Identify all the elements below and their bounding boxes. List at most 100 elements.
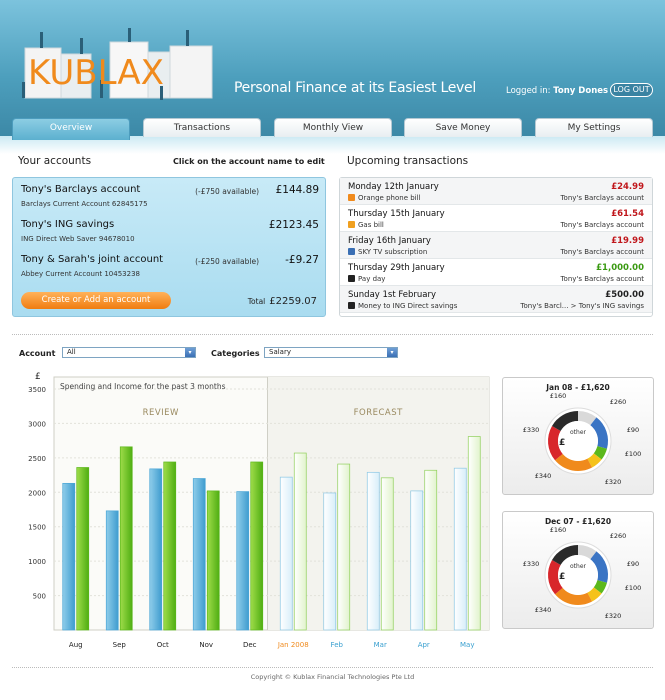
tab-monthly-view[interactable]: Monthly View — [274, 118, 392, 137]
donut-label: £90 — [627, 560, 639, 568]
tab-save-money[interactable]: Save Money — [404, 118, 522, 137]
x-tick-label: Feb — [331, 641, 344, 649]
income-bar — [293, 452, 307, 631]
main-tabs: Overview Transactions Monthly View Save … — [0, 118, 665, 140]
pound-icon: £ — [559, 438, 565, 448]
category-select-value: Salary — [269, 348, 291, 356]
account-details: Abbey Current Account 10453238 — [21, 270, 140, 278]
divider — [12, 334, 653, 335]
tab-transactions[interactable]: Transactions — [143, 118, 261, 137]
donut-label: £330 — [523, 426, 540, 434]
upcoming-account: Tony's Barclays account — [560, 221, 644, 229]
income-bar — [424, 469, 438, 631]
y-tick-label: 2500 — [28, 455, 46, 463]
donut-center-label: other — [570, 563, 587, 570]
upcoming-title: Upcoming transactions — [347, 155, 469, 167]
total-label: Total — [247, 297, 266, 306]
phone-icon — [348, 194, 355, 201]
income-bar — [76, 467, 90, 631]
income-bar — [467, 436, 481, 631]
donut-center-label: other — [570, 429, 587, 436]
x-tick-label: Aug — [69, 641, 83, 649]
donut-label: £320 — [605, 478, 622, 486]
account-name[interactable]: Tony & Sarah's joint account — [21, 254, 163, 265]
account-balance: -£9.27 — [285, 254, 319, 266]
y-axis-label: £ — [35, 372, 41, 382]
y-tick-label: 3000 — [28, 420, 46, 428]
upcoming-row[interactable]: Thursday 15th January Gas bill £61.54 Tony'… — [340, 205, 652, 232]
tagline: Personal Finance at its Easiest Level — [234, 80, 476, 96]
upcoming-account: Tony's Barclays account — [560, 248, 644, 256]
account-details: ING Direct Web Saver 94678010 — [21, 235, 135, 243]
y-tick-label: 3500 — [28, 386, 46, 394]
account-available: (-£250 available) — [195, 257, 259, 266]
kublax-logo[interactable]: KUBLAX — [20, 22, 220, 102]
upcoming-amount: £500.00 — [605, 290, 644, 300]
footer-divider — [12, 667, 653, 668]
donut-label: £330 — [523, 560, 540, 568]
upcoming-date: Thursday 15th January — [348, 209, 445, 219]
x-tick-label: Nov — [199, 641, 213, 649]
donut-chart[interactable]: other £ £160 £260 £90 £100 £320 £340 £330 — [503, 520, 653, 630]
chevron-down-icon[interactable]: ▾ — [387, 348, 397, 357]
logo-text: KUBLAX — [28, 53, 164, 93]
category-select[interactable]: Salary ▾ — [264, 347, 398, 358]
spending-bar — [192, 478, 206, 631]
section-label: REVIEW — [143, 408, 179, 418]
upcoming-row[interactable]: Sunday 1st February Money to ING Direct s… — [340, 286, 652, 313]
total-value: £2259.07 — [269, 296, 317, 307]
x-tick-label: Oct — [157, 641, 169, 649]
upcoming-date: Friday 16th January — [348, 236, 431, 246]
create-account-button[interactable]: Create or Add an account — [21, 292, 171, 309]
income-bar — [119, 446, 133, 631]
y-tick-label: 1500 — [28, 524, 46, 532]
logout-button[interactable]: LOG OUT — [610, 83, 653, 97]
donut-chart[interactable]: other £ £160 £260 £90 £100 £320 £340 £330 — [503, 386, 653, 496]
chevron-down-icon[interactable]: ▾ — [185, 348, 195, 357]
tab-my-settings[interactable]: My Settings — [535, 118, 653, 137]
upcoming-row[interactable]: Thursday 29th January Pay day £1,000.00 Ton… — [340, 259, 652, 286]
copyright: Copyright © Kublax Financial Technologie… — [250, 673, 415, 681]
accounts-title: Your accounts — [18, 155, 92, 167]
income-bar — [380, 477, 394, 631]
login-info: Logged in: Tony Dones — [506, 86, 608, 96]
upcoming-account: Tony's Barcl... > Tony's ING savings — [520, 302, 644, 310]
account-name[interactable]: Tony's ING savings — [21, 219, 114, 230]
accounts-total: Total £2259.07 — [248, 296, 317, 307]
upcoming-panel: Monday 12th January Orange phone bill £24.… — [339, 177, 653, 317]
donut-label: £100 — [625, 450, 642, 458]
spending-bar — [105, 510, 119, 631]
donut-label: £260 — [610, 398, 627, 406]
spending-bar — [279, 476, 293, 631]
spending-income-chart: 500 1000 1500 2000 2500 3000 3500 £ Spending and… — [0, 365, 500, 665]
x-tick-label: May — [460, 641, 474, 649]
accounts-panel: Tony's Barclays account Barclays Current… — [12, 177, 326, 317]
upcoming-amount: £1,000.00 — [596, 263, 644, 273]
bar-chart-svg: 500 1000 1500 2000 2500 3000 3500 £ Spending and… — [28, 372, 490, 649]
x-tick-label: Sep — [113, 641, 127, 649]
account-available: (-£750 available) — [195, 187, 259, 196]
account-row[interactable]: Tony's Barclays account Barclays Current… — [21, 184, 319, 214]
upcoming-desc-text: Orange phone bill — [358, 194, 421, 202]
upcoming-desc-text: Gas bill — [358, 221, 384, 229]
donut-panel-jan: Jan 08 - £1,620 other £ £160 £260 £90 £100 £32… — [502, 377, 654, 495]
upcoming-row[interactable]: Monday 12th January Orange phone bill £24.… — [340, 178, 652, 205]
x-tick-label: Apr — [418, 641, 430, 649]
account-select[interactable]: All ▾ — [62, 347, 196, 358]
upcoming-desc: Money to ING Direct savings — [348, 302, 457, 310]
account-select-value: All — [67, 348, 76, 356]
upcoming-desc: SKY TV subscription — [348, 248, 427, 256]
upcoming-row[interactable]: Friday 16th January SKY TV subscription £1… — [340, 232, 652, 259]
account-name[interactable]: Tony's Barclays account — [21, 184, 140, 195]
donut-label: £100 — [625, 584, 642, 592]
income-bar — [163, 461, 177, 631]
account-row[interactable]: Tony's ING savings ING Direct Web Saver … — [21, 219, 319, 249]
upcoming-account: Tony's Barclays account — [560, 194, 644, 202]
account-row[interactable]: Tony & Sarah's joint account Abbey Curre… — [21, 254, 319, 284]
category-filter-label: Categories — [211, 349, 260, 358]
upcoming-date: Monday 12th January — [348, 182, 439, 192]
pound-icon: £ — [559, 572, 565, 582]
tab-overview[interactable]: Overview — [12, 118, 130, 140]
tv-icon — [348, 248, 355, 255]
donut-label: £340 — [535, 472, 552, 480]
